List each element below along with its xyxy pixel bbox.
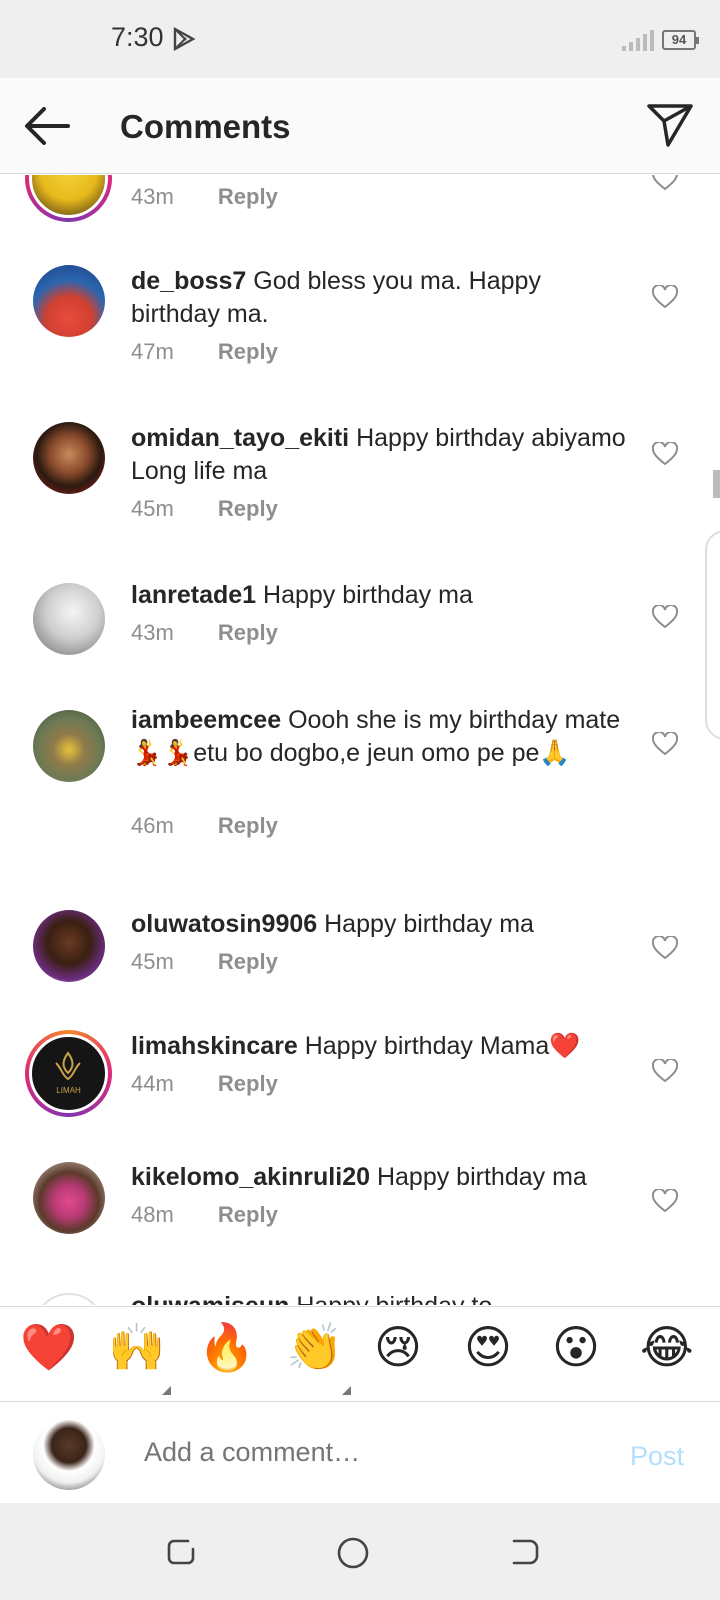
page-title: Comments (120, 108, 291, 145)
home-icon[interactable] (337, 1537, 369, 1569)
comment-time: 46m (131, 813, 174, 838)
comment-time: 48m (131, 1202, 174, 1227)
comment-username[interactable]: oluwamiseun (131, 1292, 289, 1305)
reaction-fire[interactable]: 🔥 (198, 1319, 255, 1375)
comment-text: oluwamiseun Happy birthday to (131, 1290, 631, 1305)
reply-button[interactable]: Reply (218, 813, 278, 838)
reaction-heart-eyes[interactable]: 😍 (464, 1319, 512, 1375)
status-time: 7:30 (111, 22, 164, 52)
like-heart-icon[interactable] (652, 605, 678, 629)
comment-body: Happy birthday to (296, 1292, 492, 1305)
comments-list[interactable]: 43m Reply de_boss7 God bless you ma. Hap… (0, 175, 720, 1305)
like-heart-icon[interactable] (652, 285, 678, 309)
back-nav-icon[interactable] (510, 1537, 540, 1567)
comment-meta: 43m Reply (131, 184, 278, 210)
avatar[interactable] (33, 422, 105, 494)
limah-logo-text: LIMAH (56, 1086, 81, 1095)
back-arrow-icon[interactable] (22, 104, 72, 148)
system-nav-bar (0, 1503, 720, 1600)
reply-button[interactable]: Reply (218, 339, 278, 364)
reply-button[interactable]: Reply (218, 949, 278, 974)
comment-text: kikelomo_akinruli20 Happy birthday ma (131, 1161, 631, 1194)
header: Comments (0, 78, 720, 174)
like-heart-icon[interactable] (652, 1189, 678, 1213)
recent-apps-icon[interactable] (166, 1537, 196, 1567)
scrollbar-thumb[interactable] (713, 470, 720, 498)
edge-panel-handle[interactable] (705, 530, 720, 740)
reaction-surprised[interactable]: 😮 (552, 1319, 600, 1375)
limah-logo: LIMAH (55, 1051, 81, 1095)
like-heart-icon[interactable] (652, 936, 678, 960)
battery-icon: 94 (662, 30, 699, 50)
comment-username[interactable]: limahskincare (131, 1032, 298, 1060)
comment-text: iambeemcee Oooh she is my birthday mate💃… (131, 704, 631, 770)
comment-meta: 47m Reply (131, 339, 278, 365)
comment-text: omidan_tayo_ekiti Happy birthday abiyamo… (131, 422, 631, 488)
comment-meta: 46m Reply (131, 813, 278, 839)
comment-time: 45m (131, 949, 174, 974)
comment-text: lanretade1 Happy birthday ma (131, 579, 631, 612)
avatar[interactable] (33, 1293, 105, 1305)
comment-text: de_boss7 God bless you ma. Happy birthda… (131, 265, 631, 331)
avatar[interactable] (33, 583, 105, 655)
reaction-crying[interactable]: 😢 (374, 1319, 422, 1375)
avatar (33, 1418, 105, 1490)
comment-username[interactable]: de_boss7 (131, 267, 246, 295)
avatar[interactable] (25, 175, 112, 222)
comment-text: oluwatosin9906 Happy birthday ma (131, 908, 631, 941)
comment-meta: 45m Reply (131, 949, 278, 975)
comment-composer: Post (0, 1403, 720, 1503)
status-bar: 7:30 94 (0, 0, 720, 78)
like-heart-icon[interactable] (652, 175, 678, 191)
comment-time: 43m (131, 184, 174, 209)
signal-icon (622, 30, 654, 51)
reaction-clap[interactable]: 👏 (286, 1319, 343, 1375)
quick-reactions-bar: ❤️ 🙌 🔥 👏 😢 😍 😮 😂 (0, 1306, 720, 1402)
comment-body: Happy birthday ma (324, 910, 534, 938)
avatar[interactable]: LIMAH (25, 1030, 112, 1117)
skin-tone-indicator (342, 1386, 351, 1395)
reply-button[interactable]: Reply (218, 1202, 278, 1227)
comment-meta: 44m Reply (131, 1071, 278, 1097)
play-store-icon (173, 27, 196, 51)
comment-body: Happy birthday Mama❤️ (304, 1032, 581, 1060)
comment-time: 45m (131, 496, 174, 521)
reply-button[interactable]: Reply (218, 184, 278, 209)
comment-time: 43m (131, 620, 174, 645)
comment-meta: 45m Reply (131, 496, 278, 522)
reaction-raised-hands[interactable]: 🙌 (108, 1319, 165, 1375)
comment-username[interactable]: iambeemcee (131, 706, 281, 734)
like-heart-icon[interactable] (652, 442, 678, 466)
comment-username[interactable]: oluwatosin9906 (131, 910, 317, 938)
reply-button[interactable]: Reply (218, 620, 278, 645)
comment-text: limahskincare Happy birthday Mama❤️ (131, 1030, 631, 1063)
comment-body: Happy birthday ma (376, 1163, 587, 1191)
reaction-heart[interactable]: ❤️ (20, 1319, 77, 1375)
comment-username[interactable]: omidan_tayo_ekiti (131, 424, 349, 452)
send-direct-icon[interactable] (646, 102, 694, 148)
reply-button[interactable]: Reply (218, 1071, 278, 1096)
comment-body: Happy birthday ma (263, 581, 473, 609)
avatar[interactable] (33, 265, 105, 337)
reaction-laughing[interactable]: 😂 (640, 1319, 694, 1375)
comment-time: 44m (131, 1071, 174, 1096)
comment-input[interactable] (144, 1437, 604, 1468)
comment-meta: 43m Reply (131, 620, 278, 646)
reply-button[interactable]: Reply (218, 496, 278, 521)
skin-tone-indicator (162, 1386, 171, 1395)
like-heart-icon[interactable] (652, 732, 678, 756)
comment-time: 47m (131, 339, 174, 364)
comment-username[interactable]: lanretade1 (131, 581, 256, 609)
post-button[interactable]: Post (630, 1441, 684, 1472)
avatar[interactable] (33, 710, 105, 782)
like-heart-icon[interactable] (652, 1059, 678, 1083)
avatar[interactable] (33, 910, 105, 982)
comment-meta: 48m Reply (131, 1202, 278, 1228)
comment-username[interactable]: kikelomo_akinruli20 (131, 1163, 370, 1191)
avatar[interactable] (33, 1162, 105, 1234)
